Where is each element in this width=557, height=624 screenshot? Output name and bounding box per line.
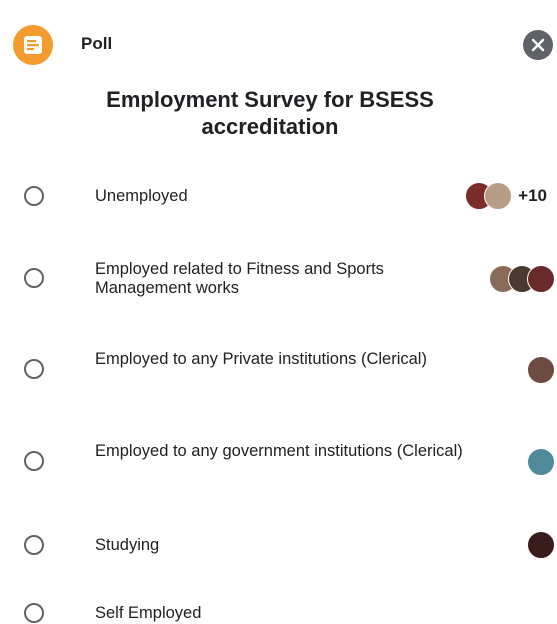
poll-option-government-institutions[interactable]: Employed to any government institutions … [0,440,557,484]
option-label: Studying [95,536,160,554]
poll-option-studying[interactable]: Studying [0,530,557,562]
option-label: Employed to any Private institutions (Cl… [95,350,427,368]
option-label: Unemployed [95,187,188,205]
voter-avatars[interactable] [527,448,557,476]
option-label: Self Employed [95,604,202,622]
poll-title: Employment Survey for BSESS accreditatio… [106,87,434,139]
poll-screen: Poll Employment Survey for BSESS accredi… [0,0,557,624]
avatar [527,531,555,559]
voter-avatars[interactable] [527,356,557,384]
close-icon [531,38,545,52]
voter-avatars[interactable] [527,531,557,559]
poll-option-unemployed[interactable]: Unemployed +10 [0,180,557,212]
poll-option-private-institutions[interactable]: Employed to any Private institutions (Cl… [0,348,557,392]
poll-icon [13,25,53,65]
radio-button[interactable] [24,535,44,555]
option-label: Employed related to Fitness and Sports M… [95,260,384,297]
option-label: Employed to any government institutions … [95,442,463,460]
avatar [527,265,555,293]
poll-option-fitness-sports[interactable]: Employed related to Fitness and Sports M… [0,258,557,302]
radio-button[interactable] [24,451,44,471]
radio-button[interactable] [24,359,44,379]
poll-option-self-employed[interactable]: Self Employed [0,598,557,624]
extra-votes-count: +10 [518,186,547,205]
voter-avatars[interactable]: +10 [465,182,557,210]
close-button[interactable] [523,30,553,60]
avatar [527,356,555,384]
avatar [484,182,513,210]
radio-button[interactable] [24,186,44,206]
poll-header-label: Poll [81,34,113,53]
radio-button[interactable] [24,268,44,288]
voter-avatars[interactable] [489,265,557,293]
radio-button[interactable] [24,603,44,623]
avatar [527,448,555,476]
